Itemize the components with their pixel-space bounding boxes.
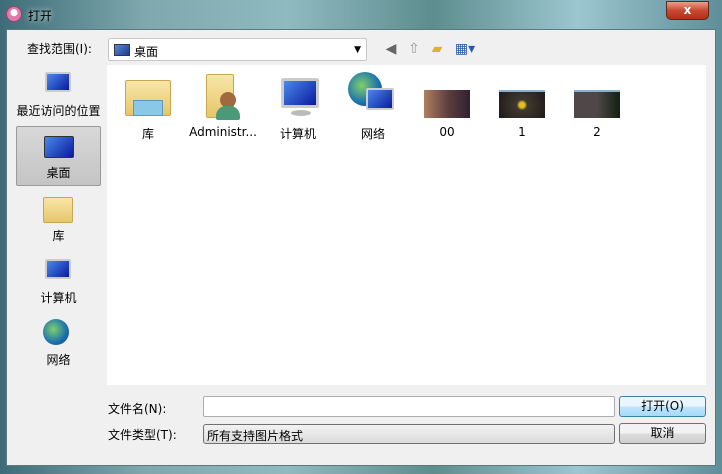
open-button[interactable]: 打开(O) (619, 396, 706, 417)
up-folder-icon[interactable]: ⇧ (405, 40, 423, 58)
file-item-image-1[interactable]: 1 (486, 70, 558, 139)
computer-icon (273, 70, 323, 122)
chevron-down-icon: ▼ (354, 45, 361, 55)
sidebar-item-libraries[interactable]: 库 (16, 190, 101, 250)
lookin-dropdown[interactable]: 桌面 ▼ (108, 38, 367, 61)
filename-label: 文件名(N): (108, 402, 167, 416)
sidebar-item-label: 网络 (46, 353, 71, 367)
file-label: 2 (593, 125, 601, 139)
file-item-network[interactable]: 网络 (337, 70, 409, 142)
network-icon (348, 70, 398, 122)
recent-places-icon (43, 68, 75, 98)
close-button[interactable]: x (666, 1, 709, 20)
sidebar-item-recent[interactable]: 最近访问的位置 (16, 65, 101, 125)
network-icon (43, 317, 75, 347)
sidebar-item-network[interactable]: 网络 (16, 314, 101, 374)
file-label: 00 (439, 125, 455, 139)
user-folder-icon (198, 70, 248, 122)
sidebar-item-label: 桌面 (46, 166, 71, 180)
title-bar[interactable]: 打开 x (0, 0, 722, 30)
file-label: 计算机 (279, 127, 316, 141)
sidebar-item-label: 最近访问的位置 (16, 104, 101, 118)
filetype-dropdown[interactable]: 所有支持图片格式 (203, 424, 615, 444)
library-folder-icon (123, 70, 173, 122)
file-label: Administr... (189, 125, 257, 139)
sidebar-item-label: 库 (52, 229, 65, 243)
desktop-icon (114, 44, 130, 56)
sidebar-item-label: 计算机 (40, 291, 77, 305)
file-item-libraries[interactable]: 库 (112, 70, 184, 142)
view-menu-icon[interactable]: ▦▾ (452, 40, 478, 58)
image-thumbnail (422, 70, 472, 122)
computer-icon (43, 255, 75, 285)
file-list[interactable]: 库 Administr... 计算机 网络 00 1 2 (107, 65, 706, 385)
new-folder-icon[interactable]: ▰ (428, 40, 446, 58)
filename-input[interactable] (203, 396, 615, 417)
places-sidebar: 最近访问的位置 桌面 库 计算机 网络 (13, 65, 103, 385)
sidebar-item-desktop[interactable]: 桌面 (16, 126, 101, 186)
file-label: 1 (518, 125, 526, 139)
image-thumbnail (497, 70, 547, 122)
sidebar-item-computer[interactable]: 计算机 (16, 252, 101, 312)
image-thumbnail (572, 70, 622, 122)
filetype-label: 文件类型(T): (108, 428, 177, 442)
file-item-computer[interactable]: 计算机 (262, 70, 334, 142)
desktop-icon (44, 130, 76, 160)
lookin-value: 桌面 (134, 45, 159, 59)
file-item-administrator[interactable]: Administr... (187, 70, 259, 139)
lookin-label: 查找范围(I): (27, 42, 92, 56)
file-label: 网络 (360, 127, 385, 141)
file-item-image-2[interactable]: 2 (561, 70, 633, 139)
window-title: 打开 (28, 9, 53, 23)
file-label: 库 (141, 127, 154, 141)
library-icon (43, 193, 75, 223)
cancel-button[interactable]: 取消 (619, 423, 706, 444)
app-icon (6, 6, 22, 22)
file-item-image-00[interactable]: 00 (411, 70, 483, 139)
back-icon[interactable]: ◀ (382, 40, 400, 58)
